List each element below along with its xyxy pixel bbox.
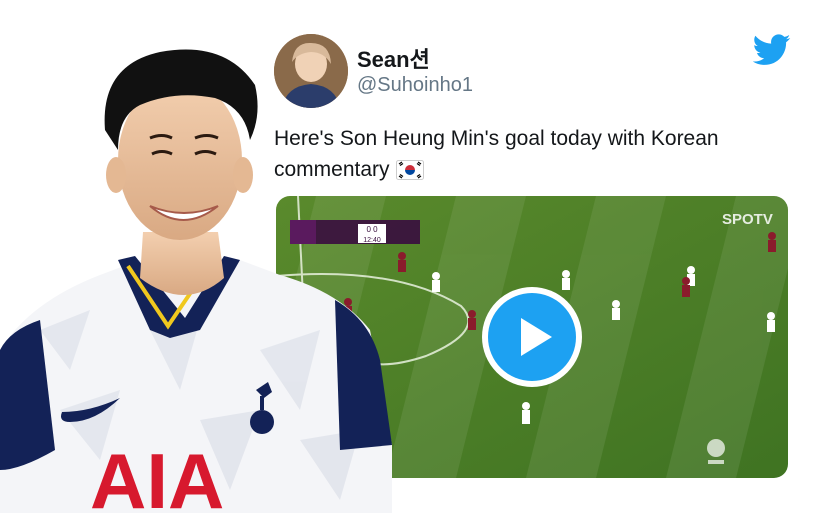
tweet-card: Sean션 @Suhoinho1 Here's Son Heung Min's … bbox=[0, 0, 822, 518]
player-photo: AIA bbox=[0, 30, 400, 518]
watermark-text: SPOTV bbox=[722, 211, 773, 228]
shirt-sponsor: AIA bbox=[90, 437, 224, 513]
play-button[interactable] bbox=[480, 285, 584, 389]
premier-league-logo bbox=[707, 439, 725, 464]
twitter-bird-icon[interactable] bbox=[752, 34, 791, 66]
player-neck bbox=[140, 232, 224, 295]
play-icon[interactable] bbox=[480, 285, 584, 389]
broadcaster-watermark: SPOTV bbox=[722, 211, 773, 228]
